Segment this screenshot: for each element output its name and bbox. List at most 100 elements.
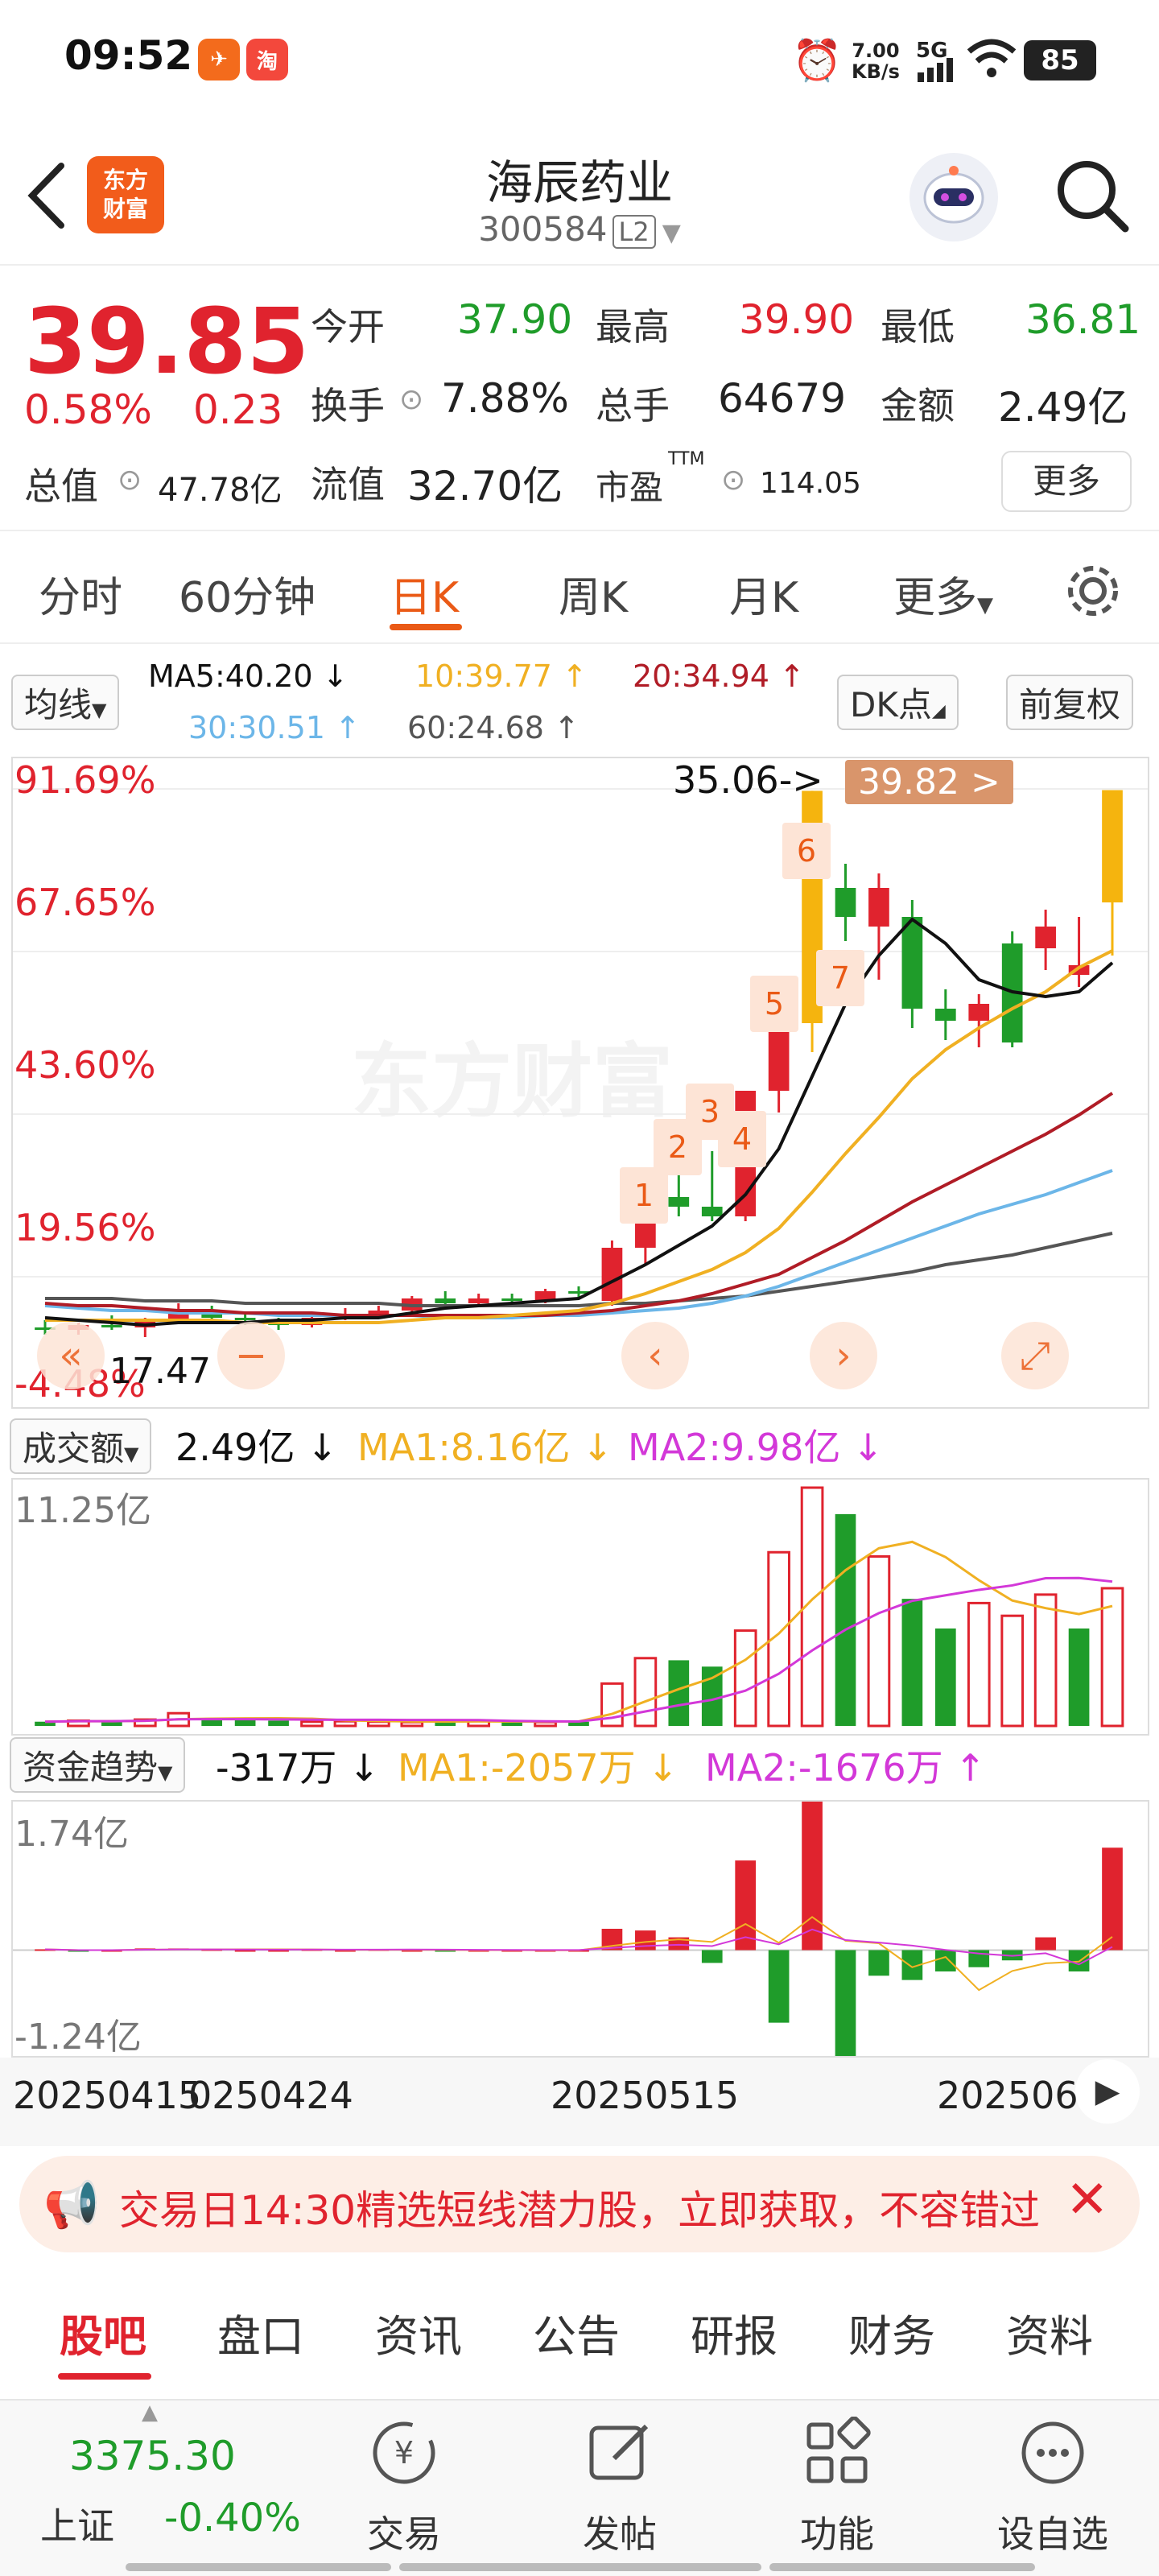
tab-finance[interactable]: 财务: [848, 2301, 935, 2364]
candle-body: [901, 917, 923, 1009]
ma60-value: 60:24.68 ↑: [407, 710, 580, 745]
volume-selector[interactable]: 成交额▼: [10, 1418, 152, 1474]
tab-news[interactable]: 资讯: [375, 2301, 462, 2364]
low-label: 最低: [881, 305, 955, 349]
pe-value: 114.05: [760, 467, 861, 500]
price-tag[interactable]: 39.82 >: [845, 760, 1013, 804]
fund-max-label: 1.74亿: [14, 1814, 129, 1855]
stock-header: 东方 财富 海辰药业 300584 L2 ▼: [0, 137, 1159, 266]
kline-chart[interactable]: 东方财富 91.69% 67.65% 43.60% 19.56% -4.48% …: [11, 757, 1149, 1409]
watchlist-label[interactable]: 设自选: [972, 2505, 1133, 2558]
marker-6[interactable]: 6: [782, 823, 831, 879]
candle-body: [934, 1009, 956, 1021]
candle-body: [968, 1004, 990, 1021]
functions-icon[interactable]: [757, 2416, 918, 2503]
tab-pankou[interactable]: 盘口: [217, 2301, 304, 2364]
index-name: 上证: [40, 2504, 114, 2548]
gear-icon[interactable]: [1061, 559, 1125, 626]
candle-body: [468, 1298, 489, 1303]
chevron-down-icon: ▼: [124, 1443, 139, 1465]
float-label: 流值: [311, 463, 385, 506]
float-value: 32.70亿: [407, 463, 563, 510]
tab-announcement[interactable]: 公告: [533, 2301, 620, 2364]
marker-4[interactable]: 4: [718, 1111, 766, 1167]
candle-body: [868, 888, 889, 927]
post-label[interactable]: 发帖: [539, 2505, 700, 2558]
tab-monthly-k[interactable]: 月K: [729, 564, 798, 624]
more-button[interactable]: 更多: [1001, 451, 1132, 512]
amount-label: 金额: [881, 384, 955, 427]
info-icon[interactable]: ⊙: [721, 464, 745, 497]
status-bar: 09:52 ✈ 淘 ⏰ 7.00 KB/s 5G 85: [0, 0, 1159, 121]
trade-icon[interactable]: ¥: [324, 2417, 485, 2503]
tab-more-label: 更多: [893, 574, 978, 622]
close-icon[interactable]: ✕: [1066, 2170, 1109, 2230]
change-value: 0.23: [193, 386, 283, 433]
info-icon[interactable]: ⊙: [118, 464, 142, 497]
index-value[interactable]: 3375.30: [69, 2433, 236, 2479]
fund-value: -317万 ↓: [216, 1746, 380, 1790]
clock: 09:52: [64, 32, 193, 79]
volume-bar: [1033, 1593, 1058, 1728]
candle-body: [668, 1197, 690, 1207]
ma-selector[interactable]: 均线▼: [11, 675, 120, 730]
y-label-top: 91.69%: [14, 758, 156, 802]
search-icon[interactable]: [1051, 155, 1132, 238]
fund-bar: [802, 1802, 823, 1951]
x-axis: 20250415 0250424 20250515 2025060 ▶: [0, 2058, 1159, 2146]
trade-label[interactable]: 交易: [324, 2505, 485, 2558]
robot-assistant-icon[interactable]: [909, 153, 998, 242]
fund-bar: [1035, 1937, 1056, 1951]
fund-selector-label: 资金趋势: [23, 1748, 159, 1787]
post-icon[interactable]: [539, 2417, 700, 2503]
play-icon[interactable]: ▶: [1075, 2059, 1140, 2124]
fund-chart[interactable]: 1.74亿 -1.24亿: [11, 1800, 1149, 2058]
arrow-left-icon[interactable]: ‹: [621, 1322, 689, 1389]
tab-weekly-k[interactable]: 周K: [559, 564, 628, 624]
tab-profile[interactable]: 资料: [1006, 2301, 1093, 2364]
taobao-notification-icon: 淘: [246, 39, 288, 80]
promo-banner[interactable]: 📢 交易日14:30精选短线潜力股，立即获取，不容错过 ✕: [19, 2156, 1140, 2252]
fund-bar: [234, 1950, 256, 1952]
zoom-out-icon[interactable]: −: [217, 1322, 285, 1389]
volume-chart[interactable]: 11.25亿: [11, 1478, 1149, 1736]
high-label: 最高: [596, 305, 670, 349]
tab-daily-k[interactable]: 日K: [390, 564, 459, 624]
arrow-right-icon[interactable]: ›: [810, 1322, 877, 1389]
fund-svg: [13, 1802, 1148, 2056]
volume-ma2: MA2:9.98亿 ↓: [628, 1426, 884, 1469]
quote-panel: 39.85 0.58% 0.23 总值 ⊙ 47.78亿 今开 37.90 最高…: [0, 274, 1159, 531]
ma30-value: 30:30.51 ↑: [188, 710, 361, 745]
volume-bar: [967, 1601, 991, 1728]
info-icon[interactable]: ⊙: [399, 383, 423, 416]
watchlist-icon[interactable]: [972, 2417, 1133, 2503]
volume-bar: [234, 1719, 256, 1726]
pe-ttm: TTM: [668, 449, 705, 469]
marker-1[interactable]: 1: [620, 1167, 668, 1224]
volume-bar: [367, 1720, 390, 1728]
tab-more[interactable]: 更多▼: [893, 564, 993, 624]
tab-research[interactable]: 研报: [691, 2301, 777, 2364]
functions-label[interactable]: 功能: [757, 2505, 918, 2558]
tab-guba[interactable]: 股吧: [60, 2301, 146, 2364]
turnover-value: 7.88%: [441, 375, 569, 422]
tab-fenshi[interactable]: 分时: [39, 564, 122, 624]
x-label-2: 0250424: [188, 2074, 353, 2117]
fund-bar: [1102, 1847, 1123, 1951]
tab-60min[interactable]: 60分钟: [179, 564, 316, 624]
dk-label: DK点: [850, 685, 932, 724]
expand-icon[interactable]: ⤢: [1001, 1322, 1069, 1389]
turnover-label: 换手: [311, 384, 385, 427]
double-left-icon[interactable]: «: [37, 1322, 105, 1389]
low-value: 36.81: [1025, 296, 1141, 343]
index-change: -0.40%: [164, 2496, 301, 2541]
volume-label: 总手: [596, 384, 670, 427]
high-value: 39.90: [739, 296, 855, 343]
dk-point-button[interactable]: DK点◢: [837, 675, 959, 730]
marker-7[interactable]: 7: [816, 950, 864, 1006]
amount-value: 2.49亿: [998, 384, 1128, 431]
adjust-button[interactable]: 前复权: [1006, 675, 1134, 730]
marker-5[interactable]: 5: [750, 976, 798, 1032]
fund-selector[interactable]: 资金趋势▼: [10, 1737, 186, 1793]
bottom-toolbar: ▲ 3375.30 上证 -0.40% ¥ 交易 发帖 功能 设自选: [0, 2399, 1159, 2576]
